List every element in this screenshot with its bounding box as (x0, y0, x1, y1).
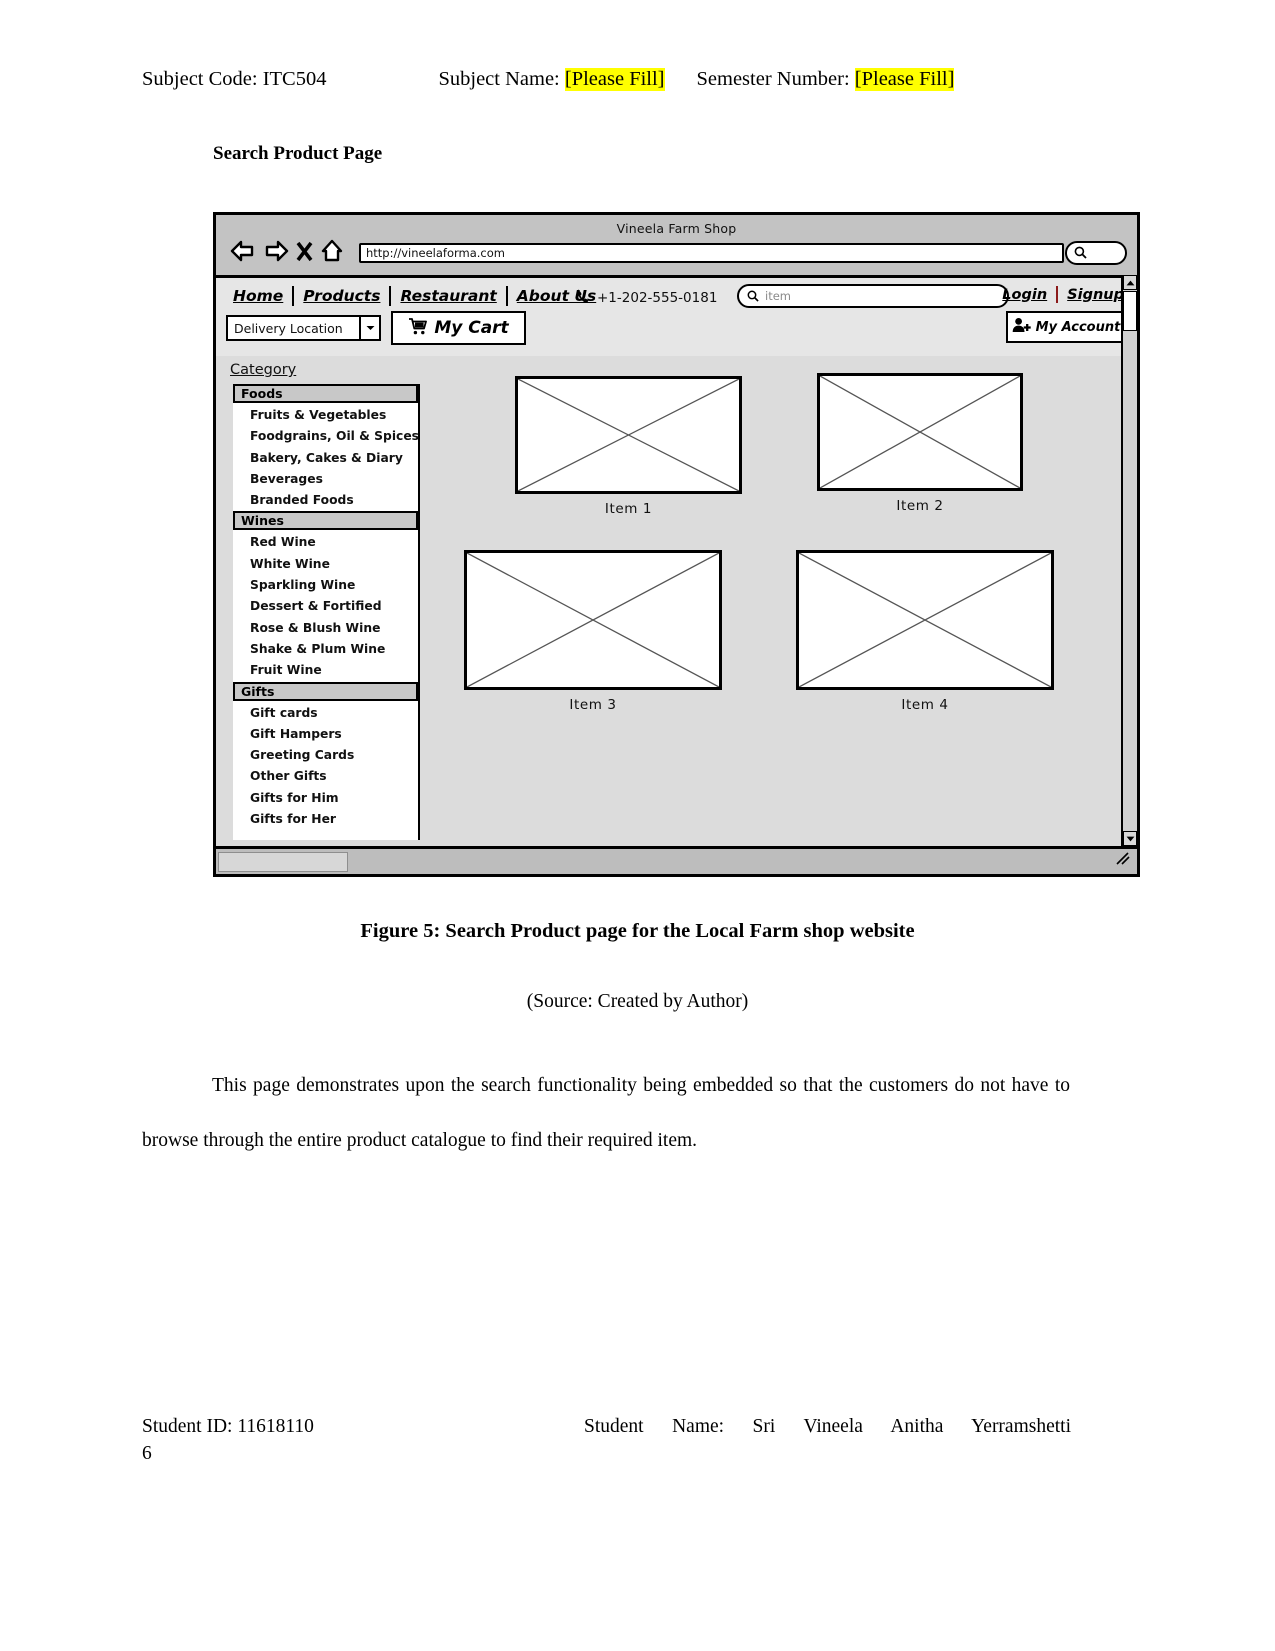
site-search-placeholder: item (765, 289, 791, 303)
site-viewport: Home Products Restaurant About Us +1-202… (216, 275, 1137, 846)
nav-item-home[interactable]: Home (224, 286, 295, 306)
my-account-label: My Account (1035, 319, 1121, 335)
subject-code: Subject Code: ITC504 (142, 68, 327, 90)
category-item[interactable]: Bakery, Cakes & Diary (233, 448, 418, 469)
product-caption: Item 3 (569, 697, 617, 713)
category-item[interactable]: Fruits & Vegetables (233, 405, 418, 426)
figure-caption: Figure 5: Search Product page for the Lo… (360, 920, 915, 942)
window-title: Vineela Farm Shop (616, 221, 737, 236)
category-group-foods[interactable]: Foods (233, 384, 418, 403)
browser-search-box[interactable] (1065, 241, 1127, 265)
category-group-gifts[interactable]: Gifts (233, 681, 418, 701)
product-card[interactable]: Item 1 (515, 376, 742, 517)
home-icon[interactable] (320, 239, 344, 263)
product-image-placeholder (515, 376, 742, 494)
browser-nav-icons (230, 239, 344, 263)
category-item[interactable]: Branded Foods (233, 490, 418, 511)
phone-icon (576, 288, 591, 308)
category-item[interactable]: Gifts for Him (233, 788, 418, 809)
auth-links: Login Signup (1002, 286, 1124, 303)
footer-student-id: Student ID: 11618110 6 (142, 1413, 314, 1467)
footer-student-name: Student Name: Sri Vineela Anitha Yerrams… (584, 1416, 1071, 1437)
forward-arrow-icon[interactable] (263, 240, 289, 262)
signup-link[interactable]: Signup (1067, 287, 1124, 303)
category-item[interactable]: Foodgrains, Oil & Spices (233, 426, 419, 447)
product-grid: Item 1 Item 2 Item 3 Item 4 (431, 366, 1119, 838)
browser-wireframe: Vineela Farm Shop http://vineelaforma.co… (213, 212, 1140, 877)
product-image-placeholder (817, 373, 1023, 491)
category-item[interactable]: Other Gifts (233, 766, 418, 787)
my-cart-button[interactable]: My Cart (391, 311, 526, 345)
vertical-scrollbar[interactable] (1121, 275, 1137, 846)
category-item[interactable]: Shake & Plum Wine (233, 639, 418, 660)
product-image-placeholder (464, 550, 722, 690)
category-item[interactable]: Sparkling Wine (233, 575, 418, 596)
category-item[interactable]: Beverages (233, 469, 418, 490)
my-account-button[interactable]: My Account (1006, 311, 1126, 343)
site-header: Home Products Restaurant About Us +1-202… (216, 278, 1137, 357)
resize-grip-icon[interactable] (1116, 851, 1132, 870)
body-paragraph: This page demonstrates upon the search f… (142, 1075, 1070, 1151)
close-x-icon[interactable] (296, 241, 313, 262)
category-item[interactable]: Gift Hampers (233, 724, 418, 745)
category-item[interactable]: Dessert & Fortified (233, 596, 418, 617)
main-navigation: Home Products Restaurant About Us (224, 286, 605, 306)
page-title: Search Product Page (213, 143, 383, 164)
category-item[interactable]: Gift cards (233, 703, 418, 724)
category-item[interactable]: Red Wine (233, 532, 418, 553)
subject-name-label: Subject Name: (438, 68, 560, 90)
product-caption: Item 4 (901, 697, 949, 713)
category-heading: Category (230, 362, 297, 378)
phone-number: +1-202-555-0181 (597, 290, 718, 306)
nav-item-products[interactable]: Products (294, 286, 392, 306)
nav-item-restaurant[interactable]: Restaurant (391, 286, 508, 306)
category-item[interactable]: White Wine (233, 554, 418, 575)
user-add-icon (1012, 317, 1031, 337)
category-item[interactable]: Greeting Cards (233, 745, 418, 766)
site-search-input[interactable]: item (737, 284, 1009, 308)
student-id-text: Student ID: 11618110 (142, 1416, 314, 1437)
subject-name-value: [Please Fill] (564, 68, 665, 91)
document-header: Subject Code: ITC504 Subject Name: [Pleas… (142, 68, 1132, 91)
search-icon (747, 287, 759, 306)
site-body: Category Foods Fruits & Vegetables Foodg… (216, 356, 1137, 846)
horizontal-scrollbar[interactable] (216, 846, 1137, 874)
delivery-location-select[interactable]: Delivery Location (226, 315, 381, 341)
cart-icon (408, 317, 428, 339)
login-link[interactable]: Login (1002, 287, 1047, 303)
back-arrow-icon[interactable] (230, 240, 256, 262)
semester-value: [Please Fill] (854, 68, 955, 91)
search-icon (1074, 244, 1087, 263)
scroll-up-button[interactable] (1123, 275, 1137, 290)
browser-title-bar: Vineela Farm Shop http://vineelaforma.co… (216, 215, 1137, 275)
auth-separator (1056, 286, 1059, 303)
my-cart-label: My Cart (434, 318, 509, 338)
product-caption: Item 1 (604, 501, 653, 517)
product-image-placeholder (796, 550, 1054, 690)
product-card[interactable]: Item 4 (796, 550, 1054, 713)
category-sidebar: Foods Fruits & Vegetables Foodgrains, Oi… (233, 384, 420, 840)
horizontal-scrollbar-thumb[interactable] (218, 852, 348, 872)
product-card[interactable]: Item 2 (817, 373, 1023, 514)
product-caption: Item 2 (896, 498, 944, 514)
semester-label: Semester Number: (696, 68, 850, 90)
category-item[interactable]: Fruit Wine (233, 660, 418, 681)
vertical-scrollbar-thumb[interactable] (1123, 291, 1137, 331)
chevron-down-icon[interactable] (359, 317, 379, 339)
contact-phone: +1-202-555-0181 (576, 288, 717, 308)
scroll-down-button[interactable] (1123, 831, 1137, 846)
page-number: 6 (142, 1443, 152, 1464)
category-item[interactable]: Gifts for Her (233, 809, 418, 830)
category-group-wines[interactable]: Wines (233, 511, 418, 531)
url-input[interactable]: http://vineelaforma.com (359, 243, 1064, 263)
product-card[interactable]: Item 3 (464, 550, 722, 713)
category-item[interactable]: Rose & Blush Wine (233, 618, 418, 639)
figure-source: (Source: Created by Author) (526, 991, 749, 1012)
delivery-location-label: Delivery Location (234, 320, 343, 336)
